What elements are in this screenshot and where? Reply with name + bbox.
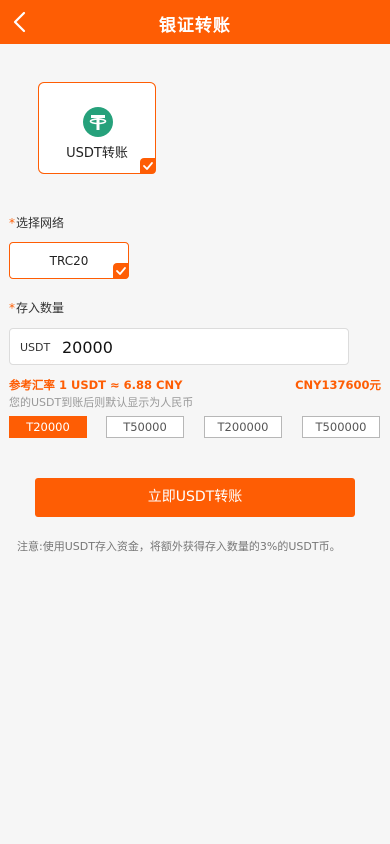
network-label-text: 选择网络 bbox=[16, 216, 65, 230]
currency-prefix: USDT bbox=[20, 341, 51, 354]
usdt-transfer-option[interactable]: USDT转账 bbox=[38, 82, 156, 174]
amount-section-label: *存入数量 bbox=[9, 299, 64, 316]
quick-amount-500000[interactable]: T500000 bbox=[302, 416, 380, 438]
quick-amount-50000[interactable]: T50000 bbox=[106, 416, 184, 438]
exchange-rate: 参考汇率 1 USDT ≈ 6.88 CNY bbox=[9, 378, 183, 392]
required-mark: * bbox=[9, 301, 15, 315]
quick-amount-20000[interactable]: T20000 bbox=[9, 416, 87, 438]
tether-icon bbox=[83, 107, 113, 137]
network-section-label: *选择网络 bbox=[9, 214, 64, 231]
network-option-label: TRC20 bbox=[49, 254, 89, 268]
network-option-trc20[interactable]: TRC20 bbox=[9, 242, 129, 279]
selected-check-icon bbox=[113, 263, 129, 279]
quick-amount-200000[interactable]: T200000 bbox=[204, 416, 282, 438]
amount-field: USDT bbox=[9, 328, 349, 365]
option-label: USDT转账 bbox=[66, 146, 128, 161]
notice-text: 注意:使用USDT存入资金，将额外获得存入数量的3%的USDT币。 bbox=[17, 540, 341, 553]
required-mark: * bbox=[9, 216, 15, 230]
header-bar: 银证转账 bbox=[0, 0, 390, 44]
amount-label-text: 存入数量 bbox=[16, 301, 65, 315]
selected-check-icon bbox=[140, 158, 156, 174]
currency-hint: 您的USDT到账后则默认显示为人民币 bbox=[9, 396, 194, 409]
amount-input[interactable] bbox=[62, 334, 332, 360]
submit-transfer-button[interactable]: 立即USDT转账 bbox=[35, 478, 355, 517]
page-title: 银证转账 bbox=[159, 16, 231, 36]
cny-total: CNY137600元 bbox=[295, 378, 381, 392]
